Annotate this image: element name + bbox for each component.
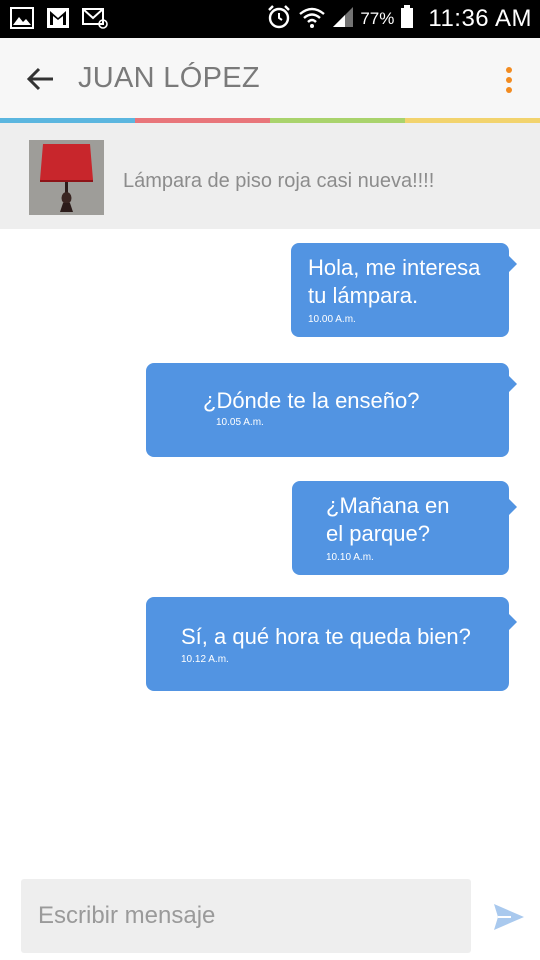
message-text: Hola, me interesa tu lámpara. bbox=[308, 255, 481, 308]
battery-icon bbox=[400, 4, 414, 34]
overflow-menu-button[interactable] bbox=[502, 66, 516, 94]
message-time: 10.10 A.m. bbox=[326, 552, 374, 563]
wifi-icon bbox=[298, 5, 326, 34]
product-thumbnail[interactable] bbox=[29, 140, 104, 215]
alarm-icon bbox=[266, 4, 292, 35]
message-time: 10.00 A.m. bbox=[308, 314, 356, 325]
signal-icon bbox=[332, 6, 354, 33]
gallery-icon bbox=[10, 7, 34, 34]
clock: 11:36 AM bbox=[428, 5, 532, 32]
lamp-image bbox=[29, 140, 104, 215]
email-icon bbox=[82, 7, 108, 34]
product-title: Lámpara de piso roja casi nueva!!!! bbox=[123, 170, 435, 192]
arrow-left-icon bbox=[26, 67, 53, 91]
app-bar: JUAN LÓPEZ bbox=[0, 38, 540, 118]
message-input[interactable] bbox=[21, 879, 471, 953]
message-text: ¿Mañana en el parque? bbox=[326, 493, 450, 546]
message-time: 10.05 A.m. bbox=[216, 417, 264, 428]
message-bubble[interactable]: Sí, a qué hora te queda bien? 10.12 A.m. bbox=[146, 597, 517, 691]
message-time: 10.12 A.m. bbox=[181, 654, 229, 665]
back-button[interactable] bbox=[26, 64, 56, 94]
message-composer bbox=[21, 879, 471, 953]
message-bubble[interactable]: ¿Mañana en el parque? 10.10 A.m. bbox=[292, 481, 517, 575]
send-icon bbox=[494, 904, 524, 930]
status-bar: 77% 11:36 AM bbox=[0, 0, 540, 38]
more-vert-icon bbox=[506, 67, 512, 93]
gmail-icon bbox=[46, 7, 70, 34]
message-bubble[interactable]: ¿Dónde te la enseño? 10.05 A.m. bbox=[146, 363, 517, 457]
contact-name: JUAN LÓPEZ bbox=[78, 62, 260, 94]
message-text: Sí, a qué hora te queda bien? bbox=[181, 624, 471, 649]
send-button[interactable] bbox=[493, 903, 525, 931]
message-bubble[interactable]: Hola, me interesa tu lámpara. 10.00 A.m. bbox=[291, 243, 517, 337]
message-text: ¿Dónde te la enseño? bbox=[203, 388, 420, 413]
battery-percentage: 77% bbox=[360, 9, 395, 28]
product-banner[interactable]: Lámpara de piso roja casi nueva!!!! bbox=[0, 123, 540, 229]
